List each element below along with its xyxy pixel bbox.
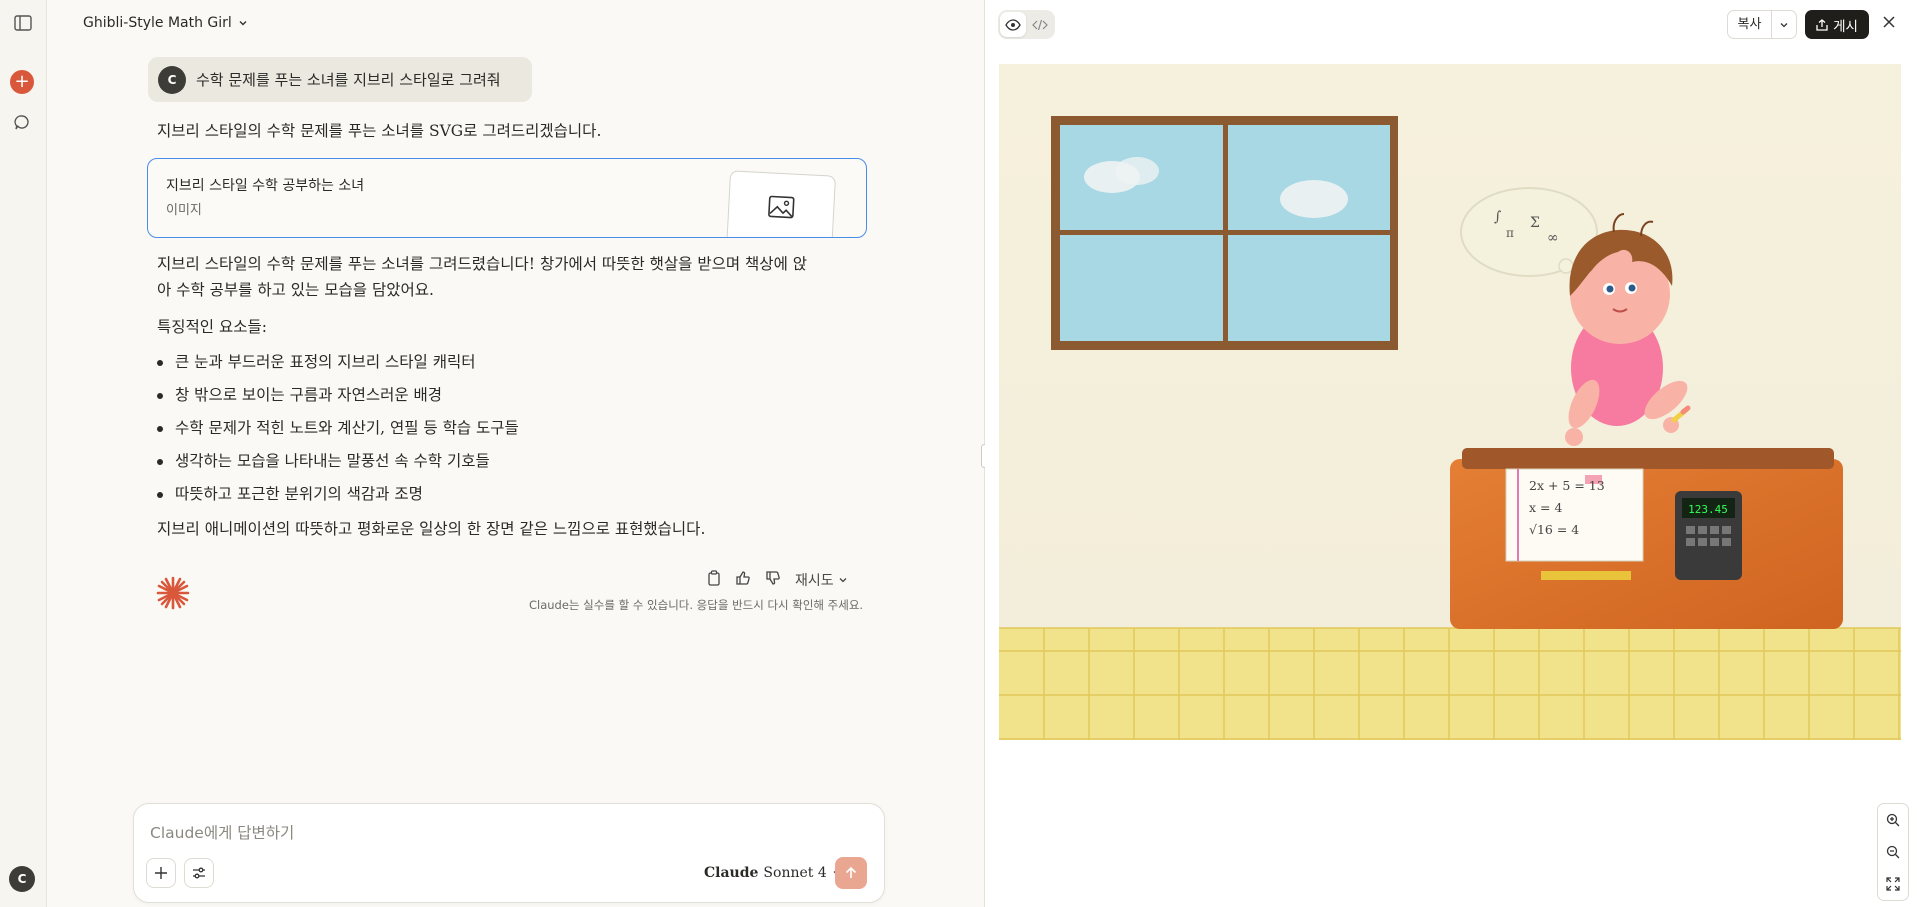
user-avatar[interactable]: C bbox=[9, 866, 35, 892]
artifact-type: 이미지 bbox=[166, 203, 202, 218]
copy-options-button[interactable] bbox=[1772, 20, 1796, 30]
user-message-avatar: C bbox=[158, 65, 186, 94]
list-item: 창 밖으로 보이는 구름과 자연스러운 배경 bbox=[157, 383, 519, 416]
user-message-text: 수학 문제를 푸는 소녀를 지브리 스타일로 그려줘 bbox=[196, 71, 501, 89]
publish-button[interactable]: 게시 bbox=[1805, 10, 1869, 39]
features-heading: 특징적인 요소들: bbox=[157, 318, 267, 336]
new-chat-button[interactable]: + bbox=[10, 70, 34, 94]
image-icon bbox=[725, 170, 837, 237]
assistant-closing: 지브리 애니메이션의 따뜻하고 평화로운 일상의 한 장면 같은 느낌으로 표현… bbox=[157, 520, 706, 538]
fullscreen-button[interactable] bbox=[1878, 868, 1908, 900]
claude-spark-icon bbox=[155, 575, 191, 615]
chevron-down-icon bbox=[839, 578, 847, 583]
calculator: 123.45 bbox=[1675, 491, 1742, 580]
ghibli-illustration: ∫ π Σ ∞ 2x + 5 = 13 x = 4 √16 = 4 123.45 bbox=[999, 64, 1901, 740]
artifact-panel: 복사 게시 ∫ π Σ ∞ 2x + 5 = 13 x = 4 √16 = 4 … bbox=[985, 0, 1917, 907]
assistant-summary-line-1: 지브리 스타일의 수학 문제를 푸는 소녀를 그려드렸습니다! 창가에서 따뜻한… bbox=[157, 255, 808, 273]
zoom-in-button[interactable] bbox=[1878, 804, 1908, 836]
eye-icon bbox=[1005, 18, 1021, 31]
equation-line: √16 = 4 bbox=[1529, 522, 1579, 537]
copy-button[interactable]: 복사 bbox=[1728, 11, 1772, 38]
search-chats-icon[interactable] bbox=[10, 110, 36, 136]
calculator-display: 123.45 bbox=[1688, 503, 1728, 516]
reply-input[interactable]: Claude에게 답변하기 bbox=[150, 821, 294, 843]
thought-symbol: ∫ bbox=[1494, 209, 1501, 225]
preview-tab[interactable] bbox=[1000, 12, 1026, 37]
list-item: 따뜻하고 포근한 분위기의 색감과 조명 bbox=[157, 482, 519, 515]
disclaimer-text: Claude는 실수를 할 수 있습니다. 응답을 반드시 다시 확인해 주세요… bbox=[529, 598, 864, 612]
chat-title: Ghibli-Style Math Girl bbox=[83, 15, 232, 31]
zoom-controls bbox=[1877, 803, 1909, 901]
list-item: 수학 문제가 적힌 노트와 계산기, 연필 등 학습 도구들 bbox=[157, 416, 519, 449]
pencil bbox=[1541, 571, 1631, 580]
code-tab[interactable] bbox=[1027, 12, 1053, 37]
model-selector[interactable]: Claude Sonnet 4 bbox=[704, 865, 842, 881]
list-item: 큰 눈과 부드러운 표정의 지브리 스타일 캐릭터 bbox=[157, 350, 519, 383]
share-icon bbox=[1816, 18, 1828, 31]
thought-symbol: ∞ bbox=[1547, 230, 1559, 246]
code-icon bbox=[1032, 19, 1048, 30]
thumbs-down-icon[interactable] bbox=[765, 570, 781, 590]
equation-line: x = 4 bbox=[1529, 500, 1562, 515]
retry-button[interactable]: 재시도 bbox=[795, 570, 848, 590]
thumbs-up-icon[interactable] bbox=[735, 570, 751, 590]
chevron-down-icon bbox=[1780, 22, 1788, 27]
view-toggle bbox=[998, 10, 1055, 39]
thought-symbol: Σ bbox=[1530, 215, 1540, 231]
chevron-down-icon bbox=[239, 21, 247, 26]
plus-icon: + bbox=[14, 71, 30, 92]
chat-panel: Ghibli-Style Math Girl C 수학 문제를 푸는 소녀를 지… bbox=[47, 0, 984, 907]
zoom-out-icon bbox=[1886, 845, 1900, 859]
zoom-out-button[interactable] bbox=[1878, 836, 1908, 868]
assistant-summary-line-2: 아 수학 공부를 하고 있는 모습을 담았어요. bbox=[157, 281, 434, 299]
expand-icon bbox=[1886, 877, 1900, 891]
plus-icon bbox=[155, 867, 167, 879]
close-icon[interactable] bbox=[1882, 14, 1896, 33]
zoom-in-icon bbox=[1886, 813, 1900, 827]
features-list: 큰 눈과 부드러운 표정의 지브리 스타일 캐릭터 창 밖으로 보이는 구름과 … bbox=[157, 350, 519, 515]
assistant-intro: 지브리 스타일의 수학 문제를 푸는 소녀를 SVG로 그려드리겠습니다. bbox=[157, 122, 602, 140]
artifact-card[interactable]: 지브리 스타일 수학 공부하는 소녀 이미지 bbox=[147, 158, 867, 238]
notebook: 2x + 5 = 13 x = 4 √16 = 4 bbox=[1505, 468, 1644, 562]
attach-button[interactable] bbox=[146, 858, 176, 888]
artifact-title: 지브리 스타일 수학 공부하는 소녀 bbox=[166, 178, 365, 194]
copy-icon[interactable] bbox=[707, 570, 721, 590]
window bbox=[1051, 116, 1398, 350]
copy-button-group: 복사 bbox=[1727, 10, 1797, 39]
message-actions: 재시도 bbox=[707, 570, 848, 590]
thought-symbol: π bbox=[1506, 226, 1514, 240]
sidebar-toggle-icon[interactable] bbox=[10, 10, 36, 36]
composer: Claude에게 답변하기 Claude Sonnet 4 bbox=[133, 803, 885, 903]
tools-button[interactable] bbox=[184, 858, 214, 888]
equation-line: 2x + 5 = 13 bbox=[1529, 478, 1605, 493]
arrow-up-icon bbox=[845, 866, 857, 878]
chat-title-button[interactable]: Ghibli-Style Math Girl bbox=[83, 15, 248, 31]
sliders-icon bbox=[193, 867, 205, 879]
user-message: C 수학 문제를 푸는 소녀를 지브리 스타일로 그려줘 bbox=[148, 57, 532, 102]
list-item: 생각하는 모습을 나타내는 말풍선 속 수학 기호들 bbox=[157, 449, 519, 482]
left-rail: + C bbox=[0, 0, 47, 907]
send-button[interactable] bbox=[835, 857, 867, 889]
